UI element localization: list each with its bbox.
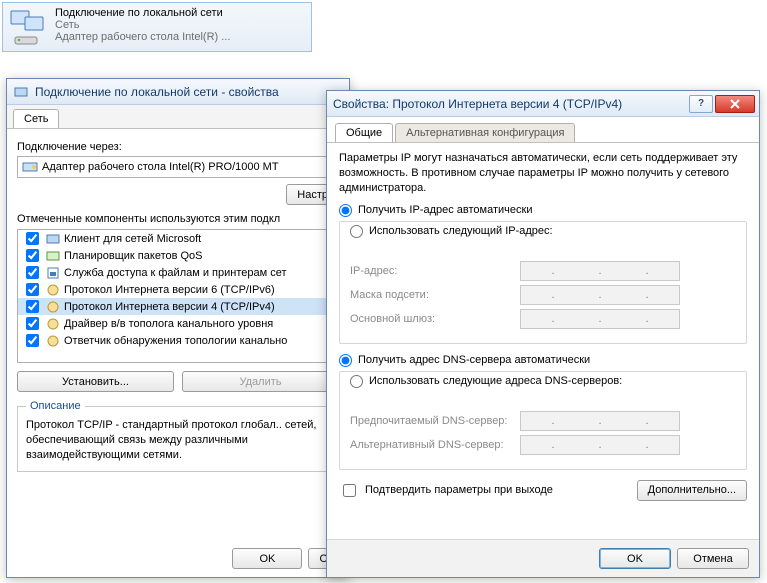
cancel-button[interactable]: Отмена [677,548,749,569]
component-checkbox[interactable] [26,334,39,347]
connection-properties-window: Подключение по локальной сети - свойства… [6,78,350,578]
dialog-buttons: OK Отмена [327,539,759,577]
list-item[interactable]: Протокол Интернета версии 6 (TCP/IPv6) [18,281,338,298]
component-label: Служба доступа к файлам и принтерам сет [64,267,287,279]
validate-label: Подтвердить параметры при выходе [365,484,553,496]
component-label: Ответчик обнаружения топологии канально [64,335,287,347]
list-item[interactable]: Служба доступа к файлам и принтерам сет [18,264,338,281]
radio-ip-manual[interactable]: Использовать следующий IP-адрес: [346,225,557,238]
protocol-icon [46,300,60,314]
radio-dns-manual[interactable]: Использовать следующие адреса DNS-сервер… [346,375,626,388]
uninstall-button[interactable]: Удалить [182,371,339,392]
titlebar[interactable]: Свойства: Протокол Интернета версии 4 (T… [327,91,759,117]
radio-input[interactable] [350,225,363,238]
ipv4-properties-window: Свойства: Протокол Интернета версии 4 (T… [326,90,760,578]
tabstrip: Общие Альтернативная конфигурация [327,117,759,143]
dns-alternate-label: Альтернативный DNS-сервер: [350,439,520,451]
component-label: Драйвер в/в тополога канального уровня [64,318,273,330]
description-legend: Описание [26,400,85,412]
driver-icon [46,317,60,331]
description-text: Протокол TCP/IP - стандартный протокол г… [26,418,330,463]
components-label: Отмеченные компоненты используются этим … [17,213,339,225]
help-button[interactable]: ? [689,95,713,113]
list-item[interactable]: Ответчик обнаружения топологии канально [18,332,338,349]
network-monitors-icon [9,7,49,49]
description-group: Описание Протокол TCP/IP - стандартный п… [17,400,339,472]
component-label: Протокол Интернета версии 4 (TCP/IPv4) [64,301,275,313]
ip-address-label: IP-адрес: [350,265,520,277]
radio-label: Использовать следующие адреса DNS-сервер… [369,375,622,387]
component-checkbox[interactable] [26,232,39,245]
component-label: Планировщик пакетов QoS [64,250,203,262]
client-icon [46,232,60,246]
ip-address-field: ... [520,261,680,281]
radio-label: Получить адрес DNS-сервера автоматически [358,354,590,366]
radio-label: Использовать следующий IP-адрес: [369,225,553,237]
subnet-mask-field: ... [520,285,680,305]
components-list[interactable]: Клиент для сетей Microsoft Планировщик п… [17,229,339,363]
tab-alternate-config[interactable]: Альтернативная конфигурация [395,123,575,142]
tab-network[interactable]: Сеть [13,109,59,128]
connect-via-label: Подключение через: [17,141,339,153]
dns-preferred-label: Предпочитаемый DNS-сервер: [350,415,520,427]
adapter-field[interactable]: Адаптер рабочего стола Intel(R) PRO/1000… [17,156,339,178]
ok-button[interactable]: OK [599,548,671,569]
radio-input[interactable] [339,354,352,367]
window-title: Подключение по локальной сети - свойства [35,85,345,99]
gateway-label: Основной шлюз: [350,313,520,325]
tabstrip: Сеть [7,105,349,129]
close-icon [729,99,741,109]
ok-button[interactable]: OK [232,548,302,569]
list-item[interactable]: Протокол Интернета версии 4 (TCP/IPv4) [18,298,338,315]
component-checkbox[interactable] [26,283,39,296]
radio-dns-auto[interactable]: Получить адрес DNS-сервера автоматически [339,354,747,367]
tab-general[interactable]: Общие [335,123,393,142]
subnet-mask-label: Маска подсети: [350,289,520,301]
connection-adapter: Адаптер рабочего стола Intel(R) ... [55,31,230,43]
list-item[interactable]: Драйвер в/в тополога канального уровня [18,315,338,332]
gateway-field: ... [520,309,680,329]
connection-banner[interactable]: Подключение по локальной сети Сеть Адапт… [2,2,312,52]
info-text: Параметры IP могут назначаться автоматич… [339,151,747,196]
dns-preferred-field: ... [520,411,680,431]
responder-icon [46,334,60,348]
fileshare-icon [46,266,60,280]
connection-network: Сеть [55,19,230,31]
validate-checkbox[interactable] [343,484,356,497]
connection-title: Подключение по локальной сети [55,7,230,19]
list-item[interactable]: Планировщик пакетов QoS [18,247,338,264]
component-checkbox[interactable] [26,249,39,262]
window-title: Свойства: Протокол Интернета версии 4 (T… [333,97,683,111]
adapter-icon [22,159,38,175]
radio-input[interactable] [350,375,363,388]
list-item[interactable]: Клиент для сетей Microsoft [18,230,338,247]
component-label: Протокол Интернета версии 6 (TCP/IPv6) [64,284,275,296]
component-checkbox[interactable] [26,300,39,313]
radio-input[interactable] [339,204,352,217]
component-label: Клиент для сетей Microsoft [64,233,201,245]
radio-label: Получить IP-адрес автоматически [358,204,532,216]
qos-icon [46,249,60,263]
component-checkbox[interactable] [26,317,39,330]
component-checkbox[interactable] [26,266,39,279]
close-button[interactable] [715,95,755,113]
ip-manual-group: Использовать следующий IP-адрес: IP-адре… [339,221,747,344]
adapter-name: Адаптер рабочего стола Intel(R) PRO/1000… [42,161,279,173]
radio-ip-auto[interactable]: Получить IP-адрес автоматически [339,204,747,217]
dns-manual-group: Использовать следующие адреса DNS-сервер… [339,371,747,470]
advanced-button[interactable]: Дополнительно... [637,480,747,501]
titlebar[interactable]: Подключение по локальной сети - свойства [7,79,349,105]
install-button[interactable]: Установить... [17,371,174,392]
protocol-icon [46,283,60,297]
dns-alternate-field: ... [520,435,680,455]
network-icon [13,84,29,100]
